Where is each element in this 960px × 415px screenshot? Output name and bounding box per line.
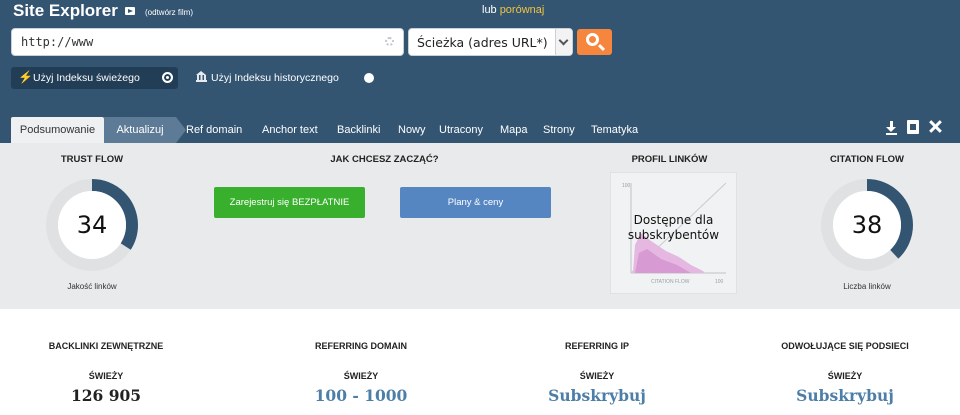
citation-flow-value: 38 (851, 211, 883, 239)
overlay-line-2: subskrybentów (627, 228, 720, 242)
historic-index-toggle[interactable]: Użyj Indeksu historycznego (190, 67, 380, 89)
tab-anchor-text[interactable]: Anchor text (262, 117, 318, 143)
search-button[interactable] (577, 29, 612, 55)
url-input[interactable]: http://www (11, 28, 404, 56)
report-icon[interactable] (907, 120, 919, 134)
stat-sub-referring-domain: ŚWIEŻY (343, 371, 379, 381)
trust-flow-value: 34 (76, 211, 108, 239)
scope-dropdown-button[interactable] (555, 29, 572, 55)
stat-title-backlinks: BACKLINKI ZEWNĘTRZNE (48, 341, 164, 351)
compare-text: lub porównaj (482, 4, 544, 16)
x-max-label: 100 (715, 279, 724, 285)
trust-flow-title: TRUST FLOW (60, 154, 124, 165)
stat-value-backlinks: 126 905 (70, 386, 142, 405)
compare-prefix: lub (482, 4, 497, 16)
historic-index-radio[interactable] (364, 73, 374, 83)
link-profile-chart: 100 CITATION FLOW 100 Dostępne dla subsk… (610, 172, 737, 294)
tab-update[interactable]: Aktualizuj (104, 117, 186, 143)
stat-value-subnets[interactable]: Subskrybuj (750, 386, 940, 405)
tab-backlinks[interactable]: Backlinki (337, 117, 380, 143)
tools-icon[interactable] (928, 119, 943, 134)
scope-select-value: Ścieżka (adres URL*) (417, 35, 548, 50)
compare-link[interactable]: porównaj (500, 4, 545, 16)
tab-summary[interactable]: Podsumowanie (11, 117, 104, 143)
stat-value-referring-domain[interactable]: 100 - 1000 (266, 386, 456, 405)
tab-lost[interactable]: Utracony (439, 117, 483, 143)
search-icon (586, 33, 599, 46)
tab-map[interactable]: Mapa (500, 117, 528, 143)
app-title: Site Explorer (13, 1, 118, 20)
citation-flow-gauge: 38 (817, 175, 917, 275)
stat-title-referring-domain: REFERRING DOMAIN (315, 341, 407, 351)
historic-index-label: Użyj Indeksu historycznego (211, 72, 339, 84)
stat-title-subnets: ODWOŁUJĄCE SIĘ PODSIECI (781, 341, 909, 351)
stat-sub-subnets: ŚWIEŻY (827, 371, 863, 381)
chevron-down-icon (558, 35, 569, 46)
summary-panel: TRUST FLOW 34 Jakość linków JAK CHCESZ Z… (0, 143, 960, 309)
gear-icon[interactable] (385, 37, 394, 46)
stat-sub-backlinks: ŚWIEŻY (88, 371, 124, 381)
citation-flow-caption: Liczba linków (843, 282, 891, 291)
y-max-label: 100 (622, 183, 631, 189)
stat-title-referring-ip: REFERRING IP (564, 341, 629, 351)
header-bar: Site Explorer (odtwórz film) lub porównaj… (0, 0, 960, 143)
stat-sub-referring-ip: ŚWIEŻY (579, 371, 615, 381)
bank-icon (196, 71, 207, 82)
fresh-index-radio[interactable] (162, 72, 173, 83)
citation-flow-title: CITATION FLOW (829, 154, 905, 165)
download-icon[interactable] (886, 121, 897, 135)
link-profile-title: PROFIL LINKÓW (631, 154, 708, 165)
lightning-icon: ⚡ (18, 70, 33, 84)
stat-value-referring-ip[interactable]: Subskrybuj (502, 386, 692, 405)
overlay-line-1: Dostępne dla (633, 213, 714, 227)
plans-button[interactable]: Plany & ceny (400, 187, 551, 218)
fresh-index-label: Użyj Indeksu świeżego (33, 72, 140, 84)
tab-pages[interactable]: Strony (543, 117, 575, 143)
subscribers-only-overlay: Dostępne dla subskrybentów (611, 213, 736, 243)
video-icon[interactable] (125, 7, 135, 15)
start-title: JAK CHCESZ ZACZĄĆ? (330, 154, 439, 165)
signup-button[interactable]: Zarejestruj się BEZPŁATNIE (214, 187, 365, 218)
tab-ref-domain[interactable]: Ref domain (186, 117, 242, 143)
trust-flow-gauge: 34 (42, 175, 142, 275)
video-link[interactable]: (odtwórz film) (145, 8, 193, 17)
tab-new[interactable]: Nowy (398, 117, 426, 143)
tab-topics[interactable]: Tematyka (591, 117, 638, 143)
scope-select[interactable]: Ścieżka (adres URL*) (408, 28, 573, 56)
fresh-index-toggle[interactable]: ⚡ Użyj Indeksu świeżego (11, 67, 178, 89)
trust-flow-caption: Jakość linków (67, 282, 117, 291)
x-axis-label: CITATION FLOW (651, 279, 690, 285)
